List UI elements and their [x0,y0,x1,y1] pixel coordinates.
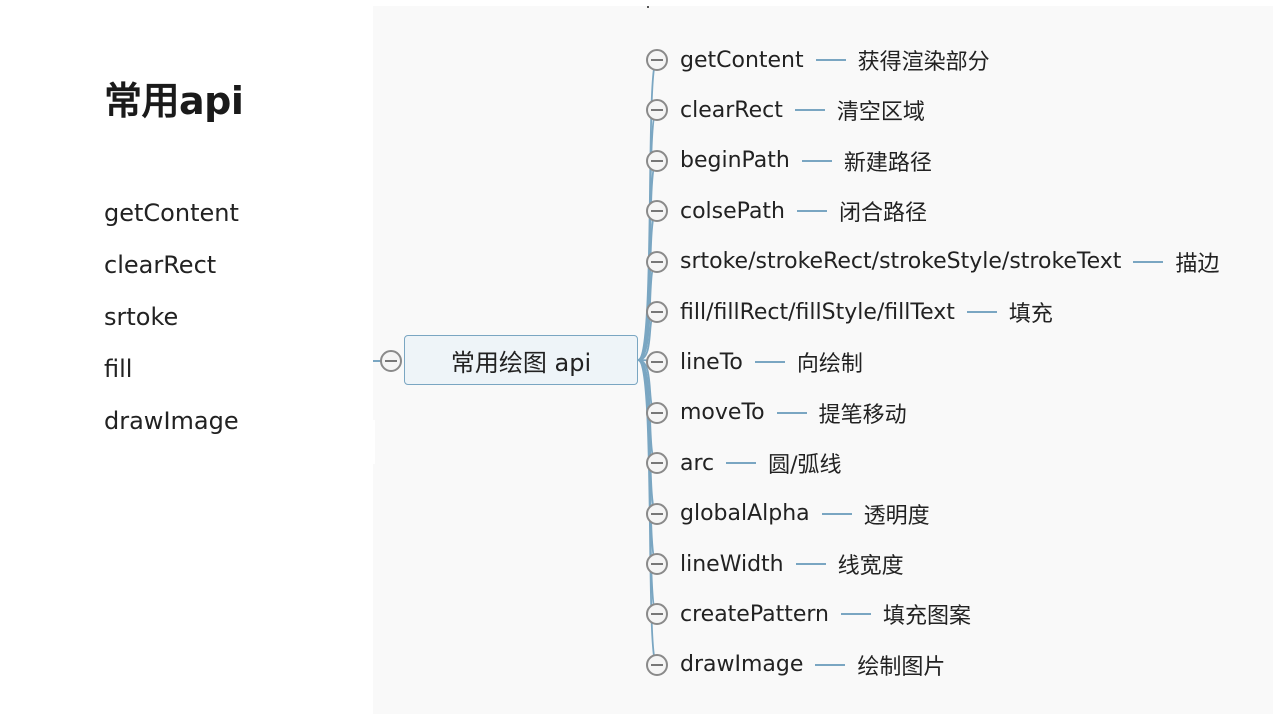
slide-title: 常用api [104,79,244,123]
branch-description: 描边 [1175,251,1220,277]
collapse-icon[interactable] [646,603,668,626]
collapse-icon[interactable] [646,401,668,424]
branch-node[interactable]: createPattern 填充图案 [646,599,971,629]
branch-name: createPattern [680,601,829,627]
branch-dash-connector [776,411,807,414]
collapse-icon[interactable] [646,553,668,575]
branch-name: getContent [680,47,804,73]
branch-name: drawImage [680,652,804,678]
bullet-item: getContent [104,199,239,227]
branch-dash-connector [815,663,846,666]
branch-node[interactable]: beginPath 新建路径 [646,146,932,176]
branch-name: lineTo [680,349,743,375]
branch-name: srtoke/strokeRect/strokeStyle/strokeText [680,249,1122,275]
branch-node[interactable]: lineWidth 线宽度 [646,549,904,579]
collapse-icon[interactable] [646,200,668,223]
branch-description: 新建路径 [843,150,932,176]
mindmap-root-node[interactable]: 常用绘图 api [404,335,638,385]
branch-dash-connector [801,159,832,162]
branch-node[interactable]: lineTo 向绘制 [646,347,863,377]
api-bullet-list: getContent clearRect srtoke fill drawIma… [104,196,239,456]
bullet-item: fill [104,355,133,383]
branch-dash-connector [795,563,826,565]
branch-description: 获得渲染部分 [857,50,990,75]
branch-description: 提笔移动 [818,402,907,428]
bullet-item: clearRect [104,251,217,279]
branch-description: 透明度 [863,503,930,529]
root-collapse-icon[interactable] [380,350,402,372]
branch-node[interactable]: drawImage 绘制图片 [646,650,945,680]
branch-node[interactable]: globalAlpha 透明度 [646,499,930,529]
branch-dash-connector [840,613,871,616]
branch-name: clearRect [680,97,783,123]
collapse-icon[interactable] [646,49,668,71]
branch-node[interactable]: colsePath 闭合路径 [646,196,927,226]
collapse-icon[interactable] [646,502,668,525]
branch-dash-connector [794,109,825,112]
branch-node[interactable]: clearRect 清空区域 [646,95,925,125]
branch-name: colsePath [680,198,785,224]
branch-description: 圆/弧线 [768,453,842,479]
branch-dash-connector [726,462,757,465]
collapse-icon[interactable] [646,452,668,475]
branch-node[interactable]: fill/fillRect/fillStyle/fillText 填充 [646,297,1053,327]
branch-name: fill/fillRect/fillStyle/fillText [680,299,955,325]
branch-dash-connector [821,512,852,515]
branch-dash-connector [966,311,997,313]
branch-node[interactable]: getContent 获得渲染部分 [646,45,990,75]
branch-dash-connector [754,361,785,364]
branch-node[interactable]: srtoke/strokeRect/strokeStyle/strokeText… [646,247,1219,277]
branch-name: beginPath [680,148,790,174]
branch-description: 闭合路径 [839,201,928,227]
collapse-icon[interactable] [646,351,668,374]
collapse-icon[interactable] [646,250,668,273]
branch-dash-connector [815,59,846,61]
branch-description: 填充 [1008,302,1053,327]
branch-name: globalAlpha [680,501,810,527]
bullet-item: srtoke [104,303,179,331]
branch-name: moveTo [680,400,765,426]
branch-name: lineWidth [680,551,784,577]
branch-description: 绘制图片 [857,654,946,680]
collapse-icon[interactable] [646,653,668,676]
branch-description: 线宽度 [837,554,904,579]
branch-node[interactable]: moveTo 提笔移动 [646,398,907,428]
branch-description: 向绘制 [796,352,863,378]
branch-name: arc [680,450,715,476]
root-label: 常用绘图 api [450,348,592,377]
branch-dash-connector [797,210,827,213]
collapse-icon[interactable] [646,301,668,323]
branch-dash-connector [1133,260,1164,263]
collapse-icon[interactable] [646,99,668,122]
bullet-item: drawImage [104,407,239,435]
branch-description: 清空区域 [836,100,925,126]
branch-node[interactable]: arc 圆/弧线 [646,448,842,478]
branch-description: 填充图案 [882,604,971,630]
collapse-icon[interactable] [646,149,668,172]
